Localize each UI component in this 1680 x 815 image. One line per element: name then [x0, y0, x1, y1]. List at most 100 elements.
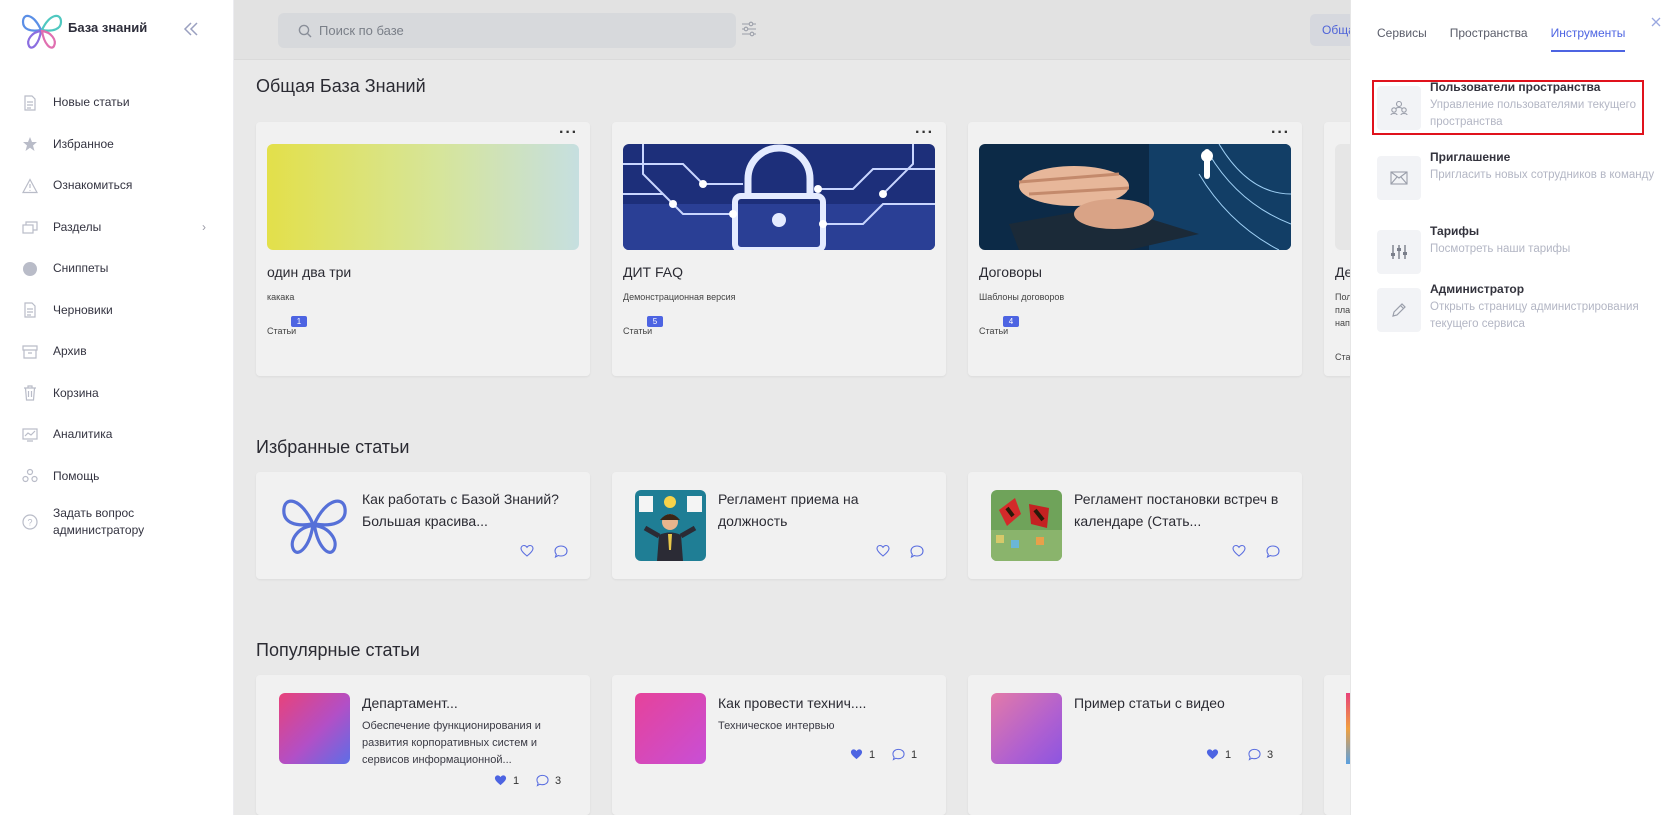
- kb-card-title: Договоры: [979, 264, 1042, 280]
- sidebar-item-label: Архив: [53, 344, 87, 359]
- comment-icon: [536, 774, 549, 787]
- topbar: Общая: [234, 0, 1350, 60]
- help-icon: [22, 468, 38, 484]
- sidebar-item-analytics[interactable]: Аналитика: [0, 414, 234, 456]
- kb-card[interactable]: ··· Договоры Шаблоны договоров 4 Статьи: [968, 122, 1302, 376]
- kb-card-description: Демонстрационная версия: [623, 292, 736, 302]
- sidebar-nav: Новые статьи Избранное Ознакомиться Разд…: [0, 82, 234, 545]
- app-title: База знаний: [68, 19, 148, 35]
- sidebar-item-help[interactable]: Помощь: [0, 456, 234, 498]
- article-count-label: Статьи: [623, 326, 653, 336]
- sidebar: База знаний Новые статьи Избранное Ознак…: [0, 0, 234, 815]
- kb-card[interactable]: ··· ДИТ FAQ Демонстрационная версия 5 Ст…: [612, 122, 946, 376]
- filter-icon[interactable]: [741, 21, 757, 37]
- popular-section-title: Популярные статьи: [256, 640, 420, 660]
- space-selector-button[interactable]: Общая: [1310, 14, 1350, 46]
- heart-filled-icon: [850, 749, 863, 760]
- collapse-sidebar-button[interactable]: [182, 20, 202, 40]
- sidebar-item-favorites[interactable]: Избранное: [0, 124, 234, 166]
- article-title: Как работать с Базой Знаний? Большая кра…: [362, 491, 559, 529]
- article-title: Как провести технич....: [718, 695, 867, 711]
- article-description: Техническое интервью: [718, 720, 835, 732]
- more-options-icon[interactable]: ···: [559, 124, 578, 142]
- kb-card-title: один два три: [267, 264, 352, 280]
- search-input[interactable]: [319, 23, 699, 38]
- favorite-article-card[interactable]: Как работать с Базой Знаний? Большая кра…: [256, 472, 590, 579]
- sidebar-item-label: Сниппеты: [53, 261, 109, 276]
- kb-cover-image: [1335, 144, 1350, 250]
- sidebar-item-sections[interactable]: Разделы ›: [0, 207, 234, 249]
- tool-invitation[interactable]: Приглашение Пригласить новых сотрудников…: [1377, 150, 1667, 205]
- popular-article-card[interactable]: Департамент... Обеспечение функционирова…: [256, 675, 590, 815]
- popular-article-card[interactable]: Пример статьи с видео 1 3: [968, 675, 1302, 815]
- sidebar-item-new-articles[interactable]: Новые статьи: [0, 82, 234, 124]
- popular-article-card[interactable]: [1324, 675, 1350, 815]
- sidebar-item-review[interactable]: Ознакомиться: [0, 165, 234, 207]
- sidebar-item-drafts[interactable]: Черновики: [0, 290, 234, 332]
- highlight-box: [1372, 80, 1644, 135]
- warning-icon: [22, 177, 38, 194]
- more-options-icon[interactable]: ···: [915, 124, 934, 142]
- analytics-icon: [22, 427, 38, 443]
- heart-icon[interactable]: [1232, 544, 1246, 558]
- double-chevron-left-icon: [183, 22, 198, 36]
- article-title: Пример статьи с видео: [1074, 695, 1225, 711]
- tab-spaces[interactable]: Пространства: [1450, 26, 1528, 52]
- comment-icon[interactable]: [910, 545, 924, 558]
- likes-stat[interactable]: 1: [494, 774, 519, 787]
- article-thumbnail: [635, 490, 706, 561]
- article-count-label: Статьи: [267, 326, 297, 336]
- kb-card[interactable]: ··· один два три какака 1 Статьи: [256, 122, 590, 376]
- sidebar-item-label: Новые статьи: [53, 95, 130, 110]
- chevron-right-icon: ›: [202, 219, 206, 234]
- article-thumbnail: [635, 693, 706, 764]
- search-bar[interactable]: [278, 13, 736, 48]
- sidebar-item-snippets[interactable]: Сниппеты: [0, 248, 234, 290]
- close-panel-button[interactable]: [1647, 14, 1665, 32]
- comments-count: 3: [1267, 748, 1274, 761]
- comments-count: 3: [555, 774, 562, 787]
- article-title: Департамент...: [362, 695, 458, 711]
- comments-stat[interactable]: 1: [892, 748, 917, 761]
- sliders-icon: [1377, 230, 1421, 274]
- heart-icon[interactable]: [520, 544, 534, 558]
- likes-count: 1: [1225, 748, 1232, 761]
- comments-stat[interactable]: 3: [536, 774, 561, 787]
- kb-card-description: Шаблоны договоров: [979, 292, 1065, 302]
- likes-count: 1: [513, 774, 520, 787]
- sidebar-item-label: Корзина: [53, 385, 99, 400]
- comment-icon[interactable]: [554, 545, 568, 558]
- kb-cover-image: [623, 144, 935, 250]
- envelope-icon: [1377, 156, 1421, 200]
- sidebar-item-archive[interactable]: Архив: [0, 331, 234, 373]
- popular-article-card[interactable]: Как провести технич.... Техническое инте…: [612, 675, 946, 815]
- kb-card[interactable]: Де Пол пла нап Ста: [1324, 122, 1350, 376]
- tool-administrator[interactable]: Администратор Открыть страницу администр…: [1377, 282, 1667, 337]
- kb-cover-image: [979, 144, 1291, 250]
- article-description: Обеспечение функционирования и развития …: [362, 720, 541, 766]
- comment-icon[interactable]: [1266, 545, 1280, 558]
- tool-tariffs[interactable]: Тарифы Посмотреть наши тарифы: [1377, 224, 1667, 274]
- tab-tools[interactable]: Инструменты: [1550, 26, 1626, 52]
- search-icon: [298, 24, 312, 37]
- article-thumbnail: [279, 693, 350, 764]
- sidebar-item-label: Помощь: [53, 468, 100, 483]
- sidebar-item-label: Разделы: [53, 219, 102, 234]
- sections-icon: [22, 219, 38, 235]
- tool-title: Администратор: [1430, 282, 1525, 296]
- article-count-label: Ста: [1335, 352, 1350, 362]
- kb-cover-image: [267, 144, 579, 250]
- heart-icon[interactable]: [876, 544, 890, 558]
- sidebar-item-trash[interactable]: Корзина: [0, 373, 234, 415]
- favorite-article-card[interactable]: Регламент приема на должность: [612, 472, 946, 579]
- sidebar-item-ask-admin[interactable]: ? Задать вопрос администратору: [0, 499, 234, 545]
- likes-stat[interactable]: 1: [1206, 748, 1231, 761]
- kb-card-title: ДИТ FAQ: [623, 264, 683, 280]
- article-title: Регламент приема на должность: [718, 491, 859, 529]
- favorite-article-card[interactable]: Регламент постановки встреч в календаре …: [968, 472, 1302, 579]
- logo[interactable]: База знаний: [20, 10, 147, 52]
- likes-stat[interactable]: 1: [850, 748, 875, 761]
- comments-stat[interactable]: 3: [1248, 748, 1273, 761]
- tab-services[interactable]: Сервисы: [1377, 26, 1427, 52]
- more-options-icon[interactable]: ···: [1271, 124, 1290, 142]
